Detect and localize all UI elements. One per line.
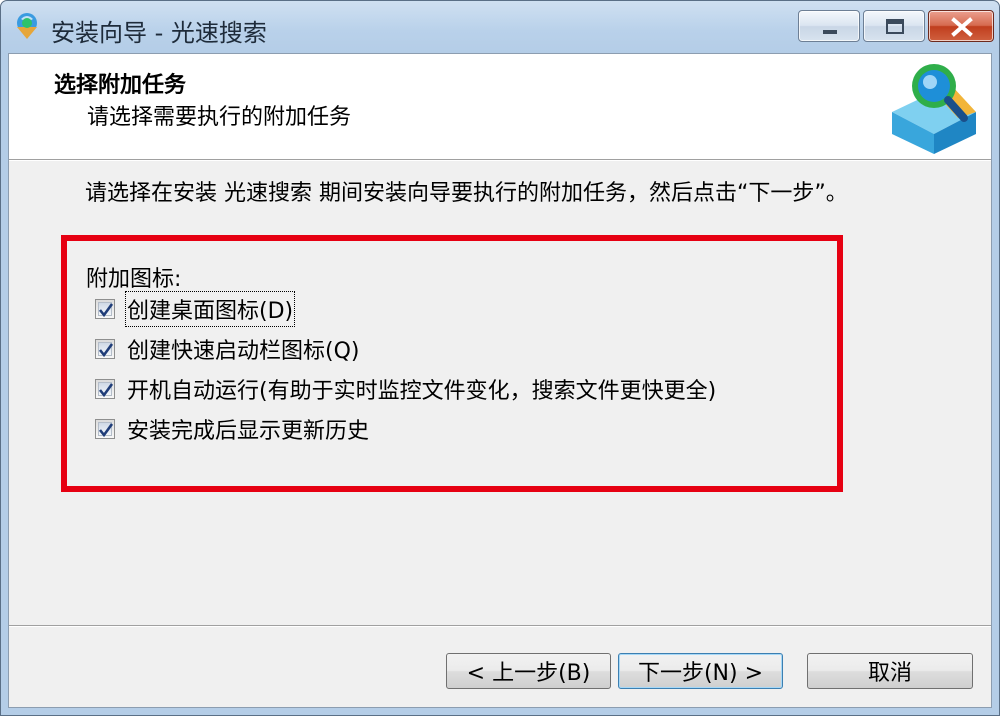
maximize-icon — [886, 19, 904, 34]
task-desktop-icon[interactable]: 创建桌面图标(D) — [95, 291, 296, 327]
task-checkbox[interactable] — [95, 339, 115, 359]
checkmark-icon — [98, 303, 114, 318]
checkmark-icon — [98, 343, 114, 358]
page-subtitle: 请选择需要执行的附加任务 — [87, 105, 352, 130]
task-quicklaunch-icon[interactable]: 创建快速启动栏图标(Q) — [95, 334, 359, 364]
task-checkbox[interactable] — [95, 419, 115, 439]
next-button[interactable]: 下一步(N) > — [618, 653, 783, 689]
task-label: 安装完成后显示更新历史 — [127, 419, 370, 444]
magnifier-box-logo — [892, 64, 976, 154]
task-show-changelog[interactable]: 安装完成后显示更新历史 — [95, 414, 369, 444]
wizard-header: 选择附加任务 请选择需要执行的附加任务 — [9, 54, 991, 160]
footer-divider-highlight — [9, 626, 991, 627]
maximize-button[interactable] — [863, 10, 925, 42]
installer-window: 安装向导 - 光速搜索 选择附加任务 请选择需要执行的附加任务 请选择在安装 光… — [0, 0, 1000, 716]
wizard-content: 选择附加任务 请选择需要执行的附加任务 请选择在安装 光速搜索 期间安装向导要执… — [8, 53, 992, 708]
cancel-button[interactable]: 取消 — [807, 653, 973, 689]
checkmark-icon — [98, 423, 114, 438]
task-autostart[interactable]: 开机自动运行(有助于实时监控文件变化，搜索文件更快更全) — [95, 374, 716, 404]
close-icon — [951, 17, 973, 37]
app-icon — [13, 11, 41, 41]
header-divider — [9, 160, 991, 161]
back-button[interactable]: < 上一步(B) — [446, 653, 611, 689]
task-label: 创建桌面图标(D) — [124, 291, 296, 327]
close-button[interactable] — [928, 10, 994, 42]
additional-icons-label: 附加图标: — [86, 267, 182, 292]
title-bar[interactable]: 安装向导 - 光速搜索 — [1, 1, 999, 53]
minimize-button[interactable] — [798, 10, 860, 42]
task-label: 开机自动运行(有助于实时监控文件变化，搜索文件更快更全) — [127, 379, 717, 404]
task-checkbox[interactable] — [95, 299, 115, 319]
task-label: 创建快速启动栏图标(Q) — [127, 339, 360, 364]
minimize-icon — [823, 30, 837, 34]
task-checkbox[interactable] — [95, 379, 115, 399]
page-title: 选择附加任务 — [54, 73, 187, 98]
window-title: 安装向导 - 光速搜索 — [51, 19, 267, 47]
instruction-text: 请选择在安装 光速搜索 期间安装向导要执行的附加任务，然后点击“下一步”。 — [85, 181, 848, 206]
checkmark-icon — [98, 383, 114, 398]
